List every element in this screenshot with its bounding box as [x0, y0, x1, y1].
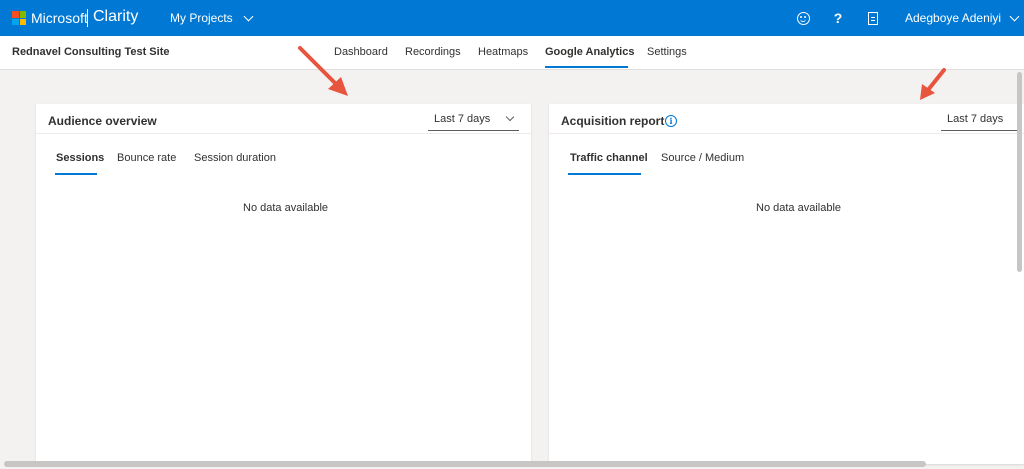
my-projects-dropdown[interactable]: My Projects	[170, 11, 254, 25]
tab-bounce-rate[interactable]: Bounce rate	[117, 152, 176, 164]
active-tab-indicator	[55, 173, 97, 175]
tab-session-duration[interactable]: Session duration	[194, 152, 276, 164]
feedback-smile-icon[interactable]	[794, 9, 812, 27]
tab-settings[interactable]: Settings	[647, 46, 687, 58]
date-range-dropdown[interactable]: Last 7 days	[941, 108, 1017, 131]
brand-microsoft: Microsoft	[31, 10, 88, 26]
microsoft-logo-icon	[12, 11, 26, 25]
tab-google-analytics[interactable]: Google Analytics	[545, 46, 634, 58]
audience-overview-panel: Audience overview Last 7 days Sessions B…	[36, 104, 531, 464]
panel-header: Audience overview Last 7 days	[36, 104, 531, 134]
site-name: Rednavel Consulting Test Site	[12, 46, 170, 58]
tab-heatmaps[interactable]: Heatmaps	[478, 46, 528, 58]
no-data-message: No data available	[243, 202, 329, 214]
active-tab-indicator	[568, 173, 641, 175]
help-icon[interactable]: ?	[829, 9, 847, 27]
date-range-dropdown[interactable]: Last 7 days	[428, 108, 519, 131]
tab-sessions[interactable]: Sessions	[56, 152, 104, 164]
chevron-down-icon	[1009, 11, 1020, 21]
document-icon[interactable]	[864, 9, 882, 27]
tab-source-medium[interactable]: Source / Medium	[661, 152, 744, 164]
acquisition-report-panel: Acquisition report i Last 7 days Traffic…	[549, 104, 1024, 464]
date-range-value: Last 7 days	[947, 113, 1004, 125]
panel-header: Acquisition report i Last 7 days	[549, 104, 1024, 134]
chevron-down-icon	[243, 11, 254, 21]
annotation-arrow-icon	[920, 68, 946, 100]
vertical-scrollbar-thumb[interactable]	[1017, 72, 1022, 272]
date-range-value: Last 7 days	[434, 113, 491, 125]
annotation-arrow-icon	[298, 46, 348, 96]
panel-title: Acquisition report	[561, 114, 665, 128]
user-name: Adegboye Adeniyi	[905, 11, 1002, 25]
brand-divider	[87, 9, 88, 27]
tab-traffic-channel[interactable]: Traffic channel	[570, 152, 648, 164]
chevron-down-icon	[505, 112, 515, 122]
tab-recordings[interactable]: Recordings	[405, 46, 461, 58]
no-data-message: No data available	[756, 202, 842, 214]
brand-product[interactable]: Clarity	[93, 8, 138, 26]
horizontal-scrollbar-thumb[interactable]	[4, 461, 926, 467]
active-tab-indicator	[545, 66, 628, 68]
my-projects-label: My Projects	[170, 11, 233, 25]
project-nav: Rednavel Consulting Test Site Dashboard …	[0, 36, 1024, 70]
user-menu[interactable]: Adegboye Adeniyi	[905, 11, 1020, 25]
info-icon[interactable]: i	[665, 115, 677, 127]
top-app-bar: Microsoft Clarity My Projects ? Adegboye…	[0, 0, 1024, 36]
panel-title: Audience overview	[48, 114, 157, 128]
